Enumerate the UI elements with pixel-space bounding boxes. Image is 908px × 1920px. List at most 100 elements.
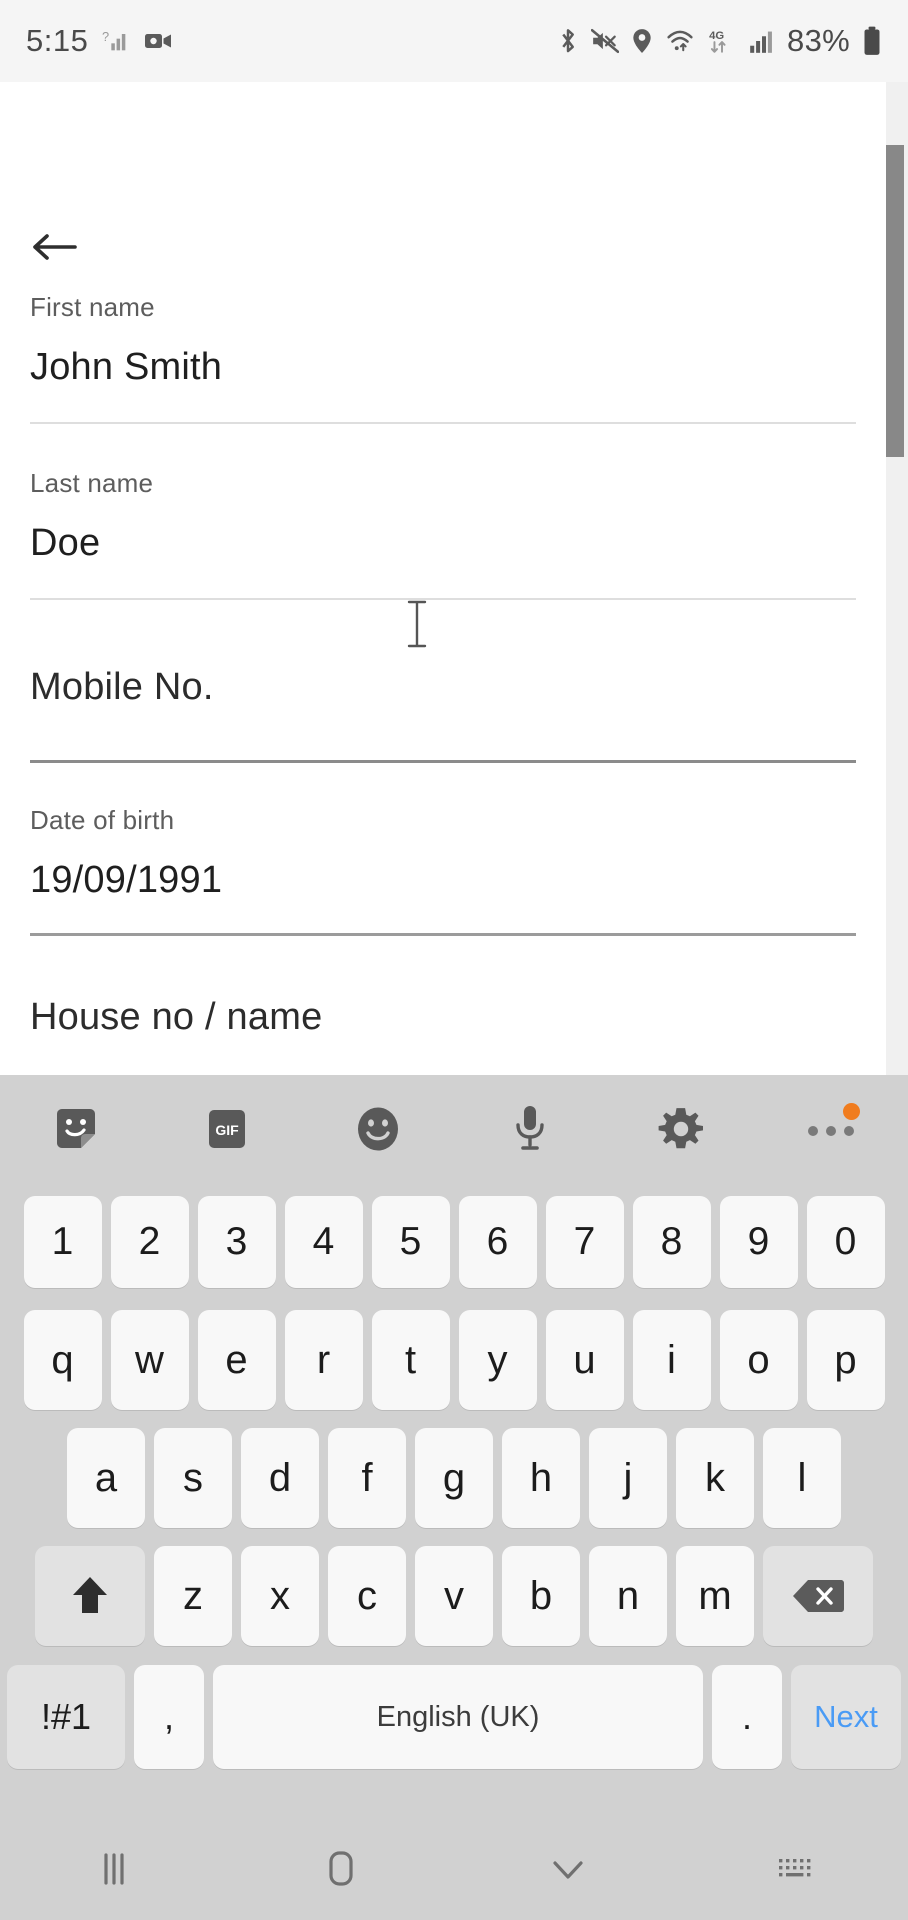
key-l[interactable]: l [763, 1428, 841, 1528]
voice-input-button[interactable] [454, 1075, 605, 1183]
key-a[interactable]: a [67, 1428, 145, 1528]
key-q[interactable]: q [23, 1310, 102, 1410]
signal-unknown-icon: ? [102, 27, 130, 55]
keyboard-settings-button[interactable] [605, 1075, 756, 1183]
keyboard-row-bottom: z x c v b n m [0, 1537, 908, 1655]
key-v[interactable]: v [415, 1546, 493, 1646]
home-button[interactable] [227, 1817, 454, 1920]
key-p[interactable]: p [806, 1310, 885, 1410]
phone-screen: 5:15 ? 4G 83% First name John Smith Last… [0, 0, 908, 1920]
key-k[interactable]: k [676, 1428, 754, 1528]
field-first-name-underline [30, 422, 856, 424]
key-m[interactable]: m [676, 1546, 754, 1646]
field-last-name[interactable]: Last name Doe [0, 468, 886, 598]
key-w[interactable]: w [110, 1310, 189, 1410]
battery-percent-label: 83% [787, 23, 850, 58]
gif-icon: GIF [203, 1104, 251, 1154]
key-u[interactable]: u [545, 1310, 624, 1410]
key-8[interactable]: 8 [632, 1196, 711, 1288]
space-key[interactable]: English (UK) [213, 1665, 703, 1769]
svg-text:4G: 4G [709, 30, 724, 42]
key-t[interactable]: t [371, 1310, 450, 1410]
key-2[interactable]: 2 [110, 1196, 189, 1288]
next-key[interactable]: Next [791, 1665, 901, 1769]
key-b[interactable]: b [502, 1546, 580, 1646]
comma-key[interactable]: , [134, 1665, 204, 1769]
key-7[interactable]: 7 [545, 1196, 624, 1288]
shift-up-arrow-icon [68, 1573, 112, 1619]
status-bar-left: 5:15 ? [26, 23, 174, 59]
key-h[interactable]: h [502, 1428, 580, 1528]
keyboard-switch-icon [773, 1852, 817, 1886]
svg-text:?: ? [102, 29, 109, 44]
key-x[interactable]: x [241, 1546, 319, 1646]
home-icon [320, 1846, 362, 1892]
back-arrow-icon [31, 230, 77, 264]
key-0[interactable]: 0 [806, 1196, 885, 1288]
key-r[interactable]: r [284, 1310, 363, 1410]
field-first-name-value: John Smith [30, 346, 223, 388]
key-f[interactable]: f [328, 1428, 406, 1528]
keyboard-switch-button[interactable] [681, 1817, 908, 1920]
hide-keyboard-button[interactable] [454, 1817, 681, 1920]
gif-button[interactable]: GIF [151, 1075, 302, 1183]
key-o[interactable]: o [719, 1310, 798, 1410]
keyboard-row-space: !#1 , English (UK) . Next [0, 1655, 908, 1779]
field-first-name-label: First name [30, 292, 155, 322]
key-d[interactable]: d [241, 1428, 319, 1528]
field-date-of-birth-underline [30, 933, 856, 936]
field-date-of-birth[interactable]: Date of birth 19/09/1991 [0, 805, 886, 933]
vertical-scrollbar-thumb[interactable] [886, 145, 904, 457]
field-date-of-birth-value: 19/09/1991 [30, 859, 223, 901]
backspace-icon [791, 1576, 845, 1616]
key-5[interactable]: 5 [371, 1196, 450, 1288]
back-button[interactable] [22, 218, 86, 276]
key-j[interactable]: j [589, 1428, 667, 1528]
location-icon [631, 28, 653, 54]
key-3[interactable]: 3 [197, 1196, 276, 1288]
key-z[interactable]: z [154, 1546, 232, 1646]
keyboard-row-top: q w e r t y u i o p [0, 1301, 908, 1419]
field-mobile-no-underline [30, 760, 856, 763]
field-last-name-label: Last name [30, 468, 154, 498]
shift-key[interactable] [35, 1546, 145, 1646]
key-s[interactable]: s [154, 1428, 232, 1528]
key-y[interactable]: y [458, 1310, 537, 1410]
cellular-signal-icon [749, 28, 775, 54]
key-c[interactable]: c [328, 1546, 406, 1646]
sticker-icon [51, 1104, 101, 1154]
bluetooth-icon [557, 28, 579, 54]
key-g[interactable]: g [415, 1428, 493, 1528]
backspace-key[interactable] [763, 1546, 873, 1646]
field-house-no-placeholder: House no / name [30, 996, 323, 1038]
field-first-name[interactable]: First name John Smith [0, 292, 886, 422]
svg-text:GIF: GIF [215, 1122, 239, 1138]
field-house-no[interactable]: House no / name [0, 994, 886, 1040]
mute-icon [591, 28, 620, 54]
field-mobile-no-placeholder: Mobile No. [30, 666, 214, 708]
emoji-button[interactable] [303, 1075, 454, 1183]
key-6[interactable]: 6 [458, 1196, 537, 1288]
keyboard-row-numbers: 1 2 3 4 5 6 7 8 9 0 [0, 1183, 908, 1301]
recents-icon [93, 1847, 135, 1891]
more-options-icon [804, 1119, 860, 1139]
key-9[interactable]: 9 [719, 1196, 798, 1288]
key-1[interactable]: 1 [23, 1196, 102, 1288]
period-key[interactable]: . [712, 1665, 782, 1769]
text-cursor-icon [404, 600, 430, 648]
key-4[interactable]: 4 [284, 1196, 363, 1288]
sticker-button[interactable] [0, 1075, 151, 1183]
recents-button[interactable] [0, 1817, 227, 1920]
key-e[interactable]: e [197, 1310, 276, 1410]
field-mobile-no[interactable]: Mobile No. [0, 664, 886, 760]
keyboard-more-options-button[interactable] [757, 1075, 908, 1183]
field-last-name-value: Doe [30, 522, 101, 564]
key-i[interactable]: i [632, 1310, 711, 1410]
profile-form: First name John Smith Last name Doe Mobi… [0, 292, 886, 1040]
system-navigation-bar [0, 1817, 908, 1920]
status-bar-right: 4G 83% [557, 23, 882, 59]
symbols-key[interactable]: !#1 [7, 1665, 125, 1769]
key-n[interactable]: n [589, 1546, 667, 1646]
battery-icon [862, 26, 882, 56]
emoji-icon [352, 1103, 404, 1155]
